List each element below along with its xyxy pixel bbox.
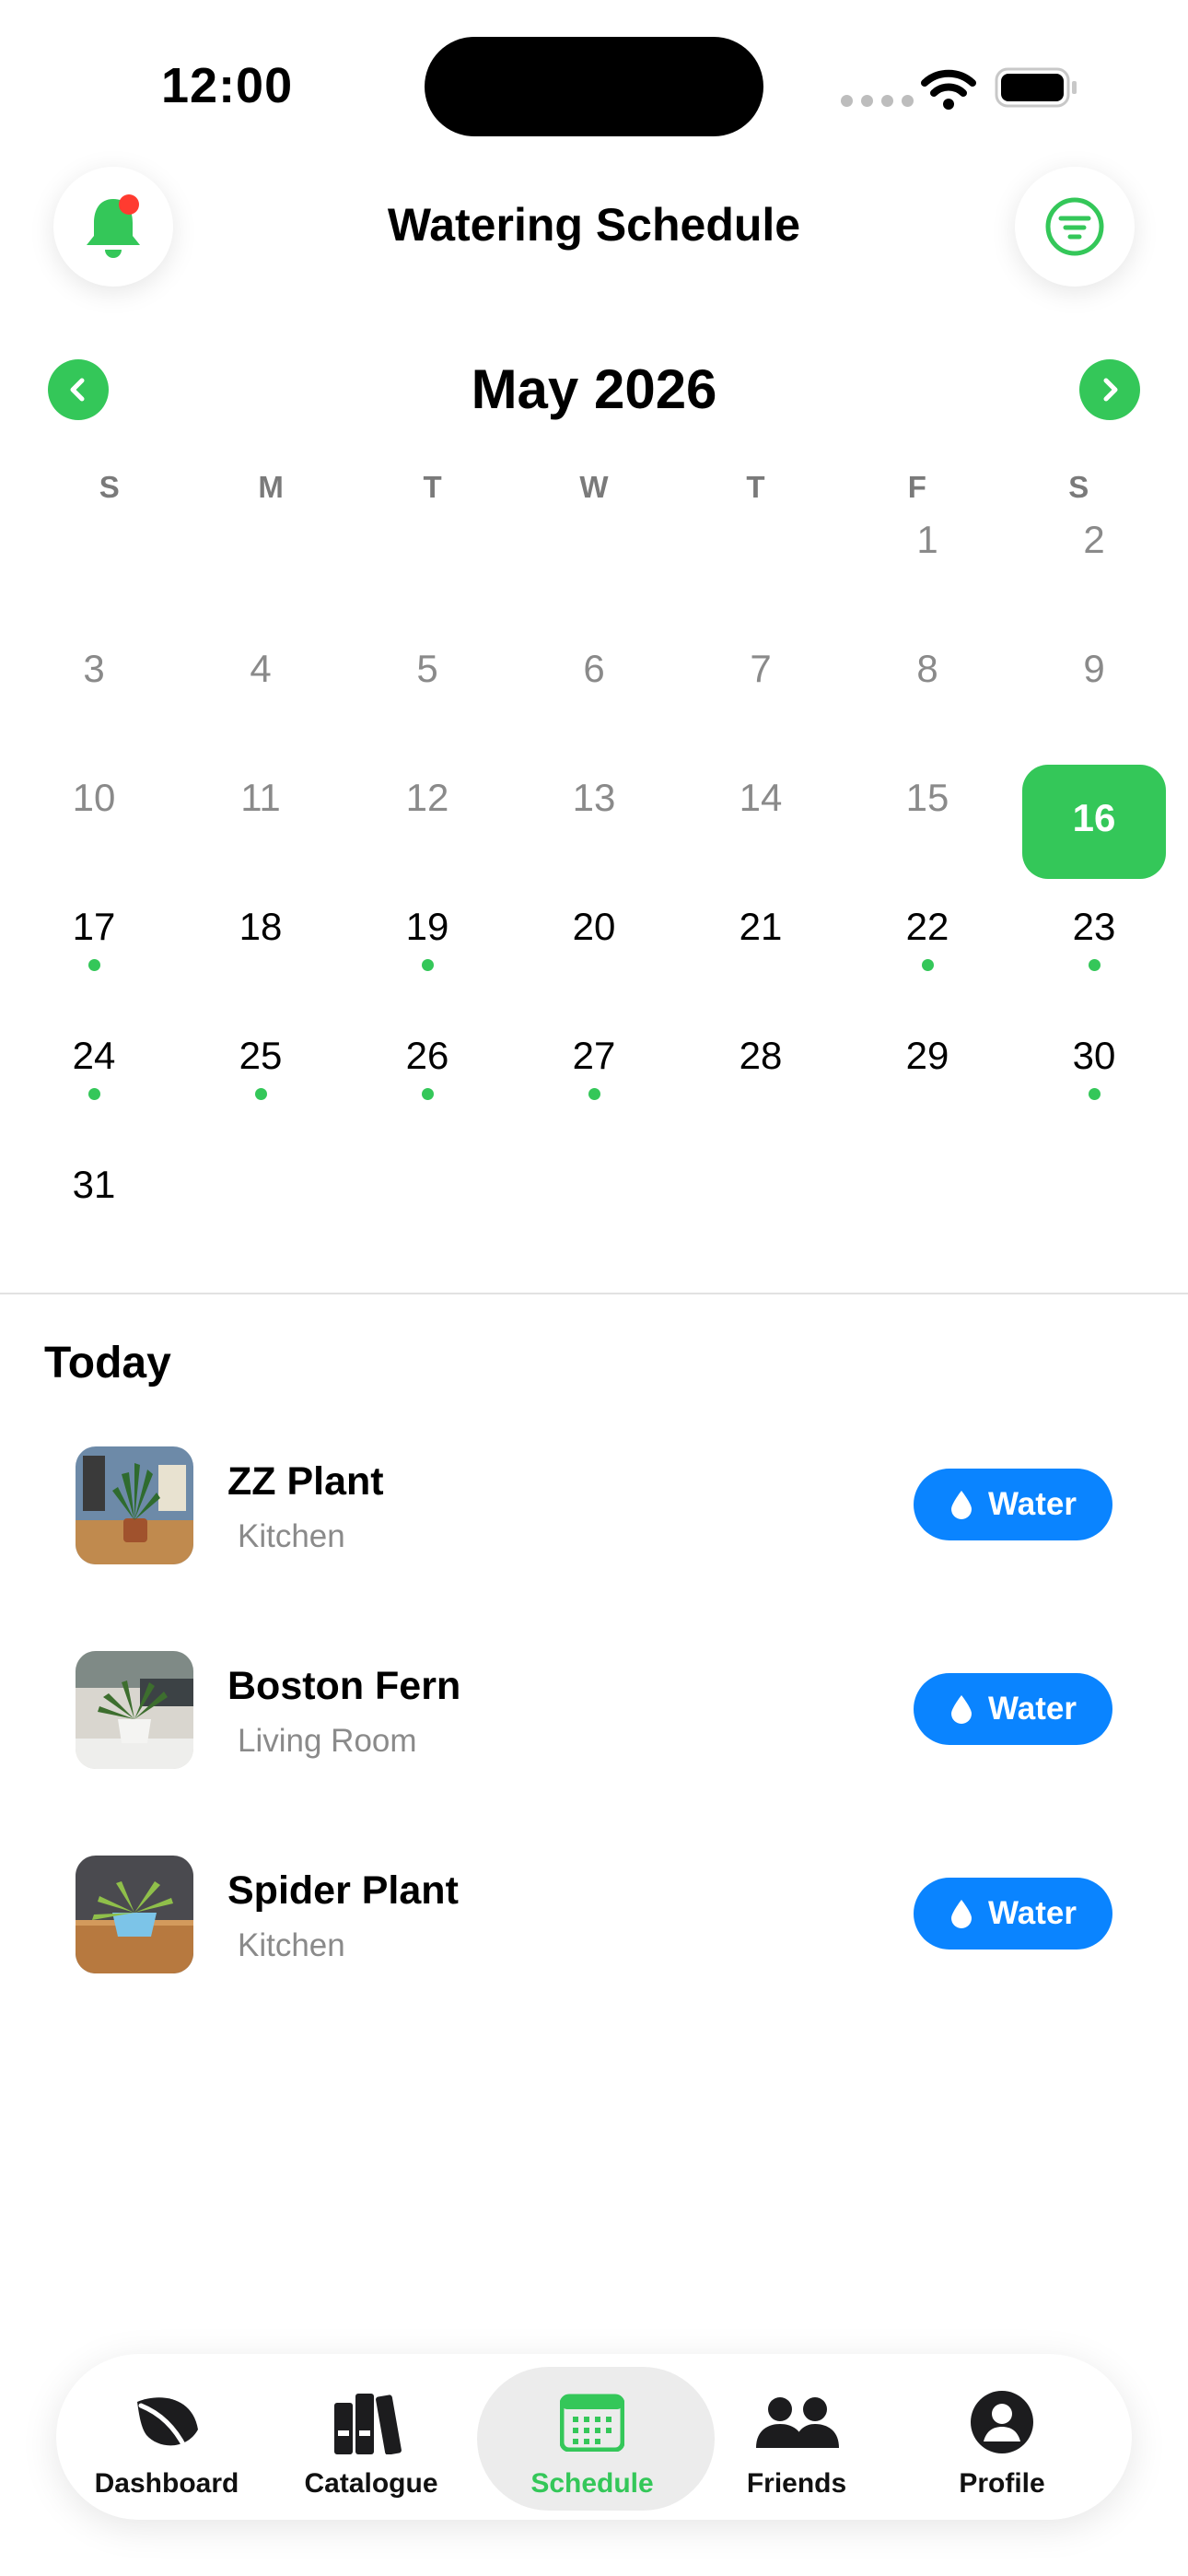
water-button-label: Water [988, 1691, 1077, 1727]
person-circle-icon [971, 2391, 1033, 2453]
calendar-day[interactable]: 20 [522, 884, 666, 999]
weekday-label: T [746, 470, 765, 504]
calendar-day[interactable]: 3 [22, 626, 166, 741]
watering-dot [588, 1088, 600, 1100]
water-drop-icon [951, 1491, 973, 1519]
tab-label: Dashboard [94, 2468, 239, 2499]
people-icon [756, 2397, 839, 2448]
plant-photo [76, 1651, 193, 1769]
leaf-icon [137, 2397, 198, 2451]
watering-dot [255, 1088, 267, 1100]
weekday-label: T [423, 470, 442, 504]
calendar-day[interactable]: 6 [522, 626, 666, 741]
tab-label: Profile [959, 2468, 1045, 2499]
chevron-right-icon [1103, 378, 1118, 402]
calendar-day[interactable]: 27 [522, 1013, 666, 1128]
water-button[interactable]: Water [914, 1878, 1112, 1950]
section-divider [0, 1293, 1188, 1294]
calendar-day[interactable]: 22 [856, 884, 999, 999]
calendar-day[interactable]: 4 [189, 626, 332, 741]
water-button[interactable]: Water [914, 1469, 1112, 1540]
weekday-label: S [99, 470, 120, 504]
plant-photo [76, 1856, 193, 1973]
watering-dot [422, 959, 434, 971]
filter-icon [1045, 197, 1104, 256]
calendar-day[interactable]: 7 [689, 626, 833, 741]
calendar-day[interactable]: 18 [189, 884, 332, 999]
calendar-day[interactable]: 14 [689, 755, 833, 870]
calendar-day[interactable]: 21 [689, 884, 833, 999]
cellular-signal-icon [841, 95, 914, 107]
calendar-day[interactable]: 15 [856, 755, 999, 870]
plant-photo [76, 1446, 193, 1564]
plant-location: Kitchen [238, 1927, 345, 1963]
tab-bar: Dashboard Catalogue Schedule Friends Pro… [56, 2354, 1132, 2520]
calendar-day[interactable]: 31 [22, 1142, 166, 1257]
tab-catalogue[interactable]: Catalogue [261, 2367, 482, 2507]
tab-label: Schedule [530, 2468, 654, 2499]
status-time: 12:00 [161, 58, 294, 113]
water-drop-icon [951, 1900, 973, 1928]
list-item[interactable]: Spider Plant Kitchen Water [0, 1856, 1188, 1975]
calendar-day[interactable]: 29 [856, 1013, 999, 1128]
water-drop-icon [951, 1695, 973, 1724]
calendar-day[interactable]: 2 [1022, 498, 1166, 612]
calendar-day[interactable]: 9 [1022, 626, 1166, 741]
watering-dot [422, 1088, 434, 1100]
calendar-icon [560, 2394, 624, 2452]
list-item[interactable]: Boston Fern Living Room Water [0, 1651, 1188, 1771]
calendar-day[interactable]: 11 [189, 755, 332, 870]
tab-schedule[interactable]: Schedule [477, 2367, 715, 2511]
plant-name: ZZ Plant [227, 1459, 384, 1504]
watering-dot [88, 1088, 100, 1100]
plant-location: Living Room [238, 1723, 417, 1759]
month-label: May 2026 [471, 358, 717, 420]
calendar-day[interactable]: 8 [856, 626, 999, 741]
tab-profile[interactable]: Profile [891, 2367, 1112, 2507]
calendar-day[interactable]: 5 [355, 626, 499, 741]
calendar-day[interactable]: 25 [189, 1013, 332, 1128]
calendar-day[interactable]: 12 [355, 755, 499, 870]
water-button[interactable]: Water [914, 1673, 1112, 1745]
calendar-day[interactable]: 24 [22, 1013, 166, 1128]
tab-label: Friends [746, 2468, 847, 2499]
calendar-day[interactable]: 26 [355, 1013, 499, 1128]
water-button-label: Water [988, 1895, 1077, 1931]
watering-dot [1089, 1088, 1101, 1100]
wifi-icon [921, 69, 976, 110]
dynamic-island [425, 37, 763, 136]
water-button-label: Water [988, 1486, 1077, 1522]
weekday-label: M [258, 470, 284, 504]
calendar-day[interactable]: 19 [355, 884, 499, 999]
calendar-day[interactable]: 28 [689, 1013, 833, 1128]
calendar-day-selected[interactable]: 16 [1022, 765, 1166, 879]
plant-location: Kitchen [238, 1518, 345, 1554]
calendar-day[interactable]: 13 [522, 755, 666, 870]
plant-name: Boston Fern [227, 1664, 461, 1708]
books-icon [334, 2394, 402, 2454]
calendar-day[interactable]: 30 [1022, 1013, 1166, 1128]
next-month-button[interactable] [1079, 359, 1140, 420]
weekday-label: W [579, 470, 609, 504]
watering-dot [88, 959, 100, 971]
page-title: Watering Schedule [387, 199, 801, 251]
battery-icon [995, 67, 1077, 108]
list-item[interactable]: ZZ Plant Kitchen Water [0, 1446, 1188, 1566]
calendar-day[interactable]: 17 [22, 884, 166, 999]
calendar-day[interactable]: 23 [1022, 884, 1166, 999]
today-heading: Today [44, 1339, 171, 1388]
tab-friends[interactable]: Friends [686, 2367, 907, 2507]
filter-button[interactable] [1015, 167, 1135, 287]
tab-dashboard[interactable]: Dashboard [56, 2367, 277, 2507]
watering-dot [922, 959, 934, 971]
calendar-day[interactable]: 1 [856, 498, 999, 612]
plant-name: Spider Plant [227, 1868, 459, 1913]
tab-label: Catalogue [304, 2468, 438, 2499]
calendar-day[interactable]: 10 [22, 755, 166, 870]
watering-dot [1089, 959, 1101, 971]
